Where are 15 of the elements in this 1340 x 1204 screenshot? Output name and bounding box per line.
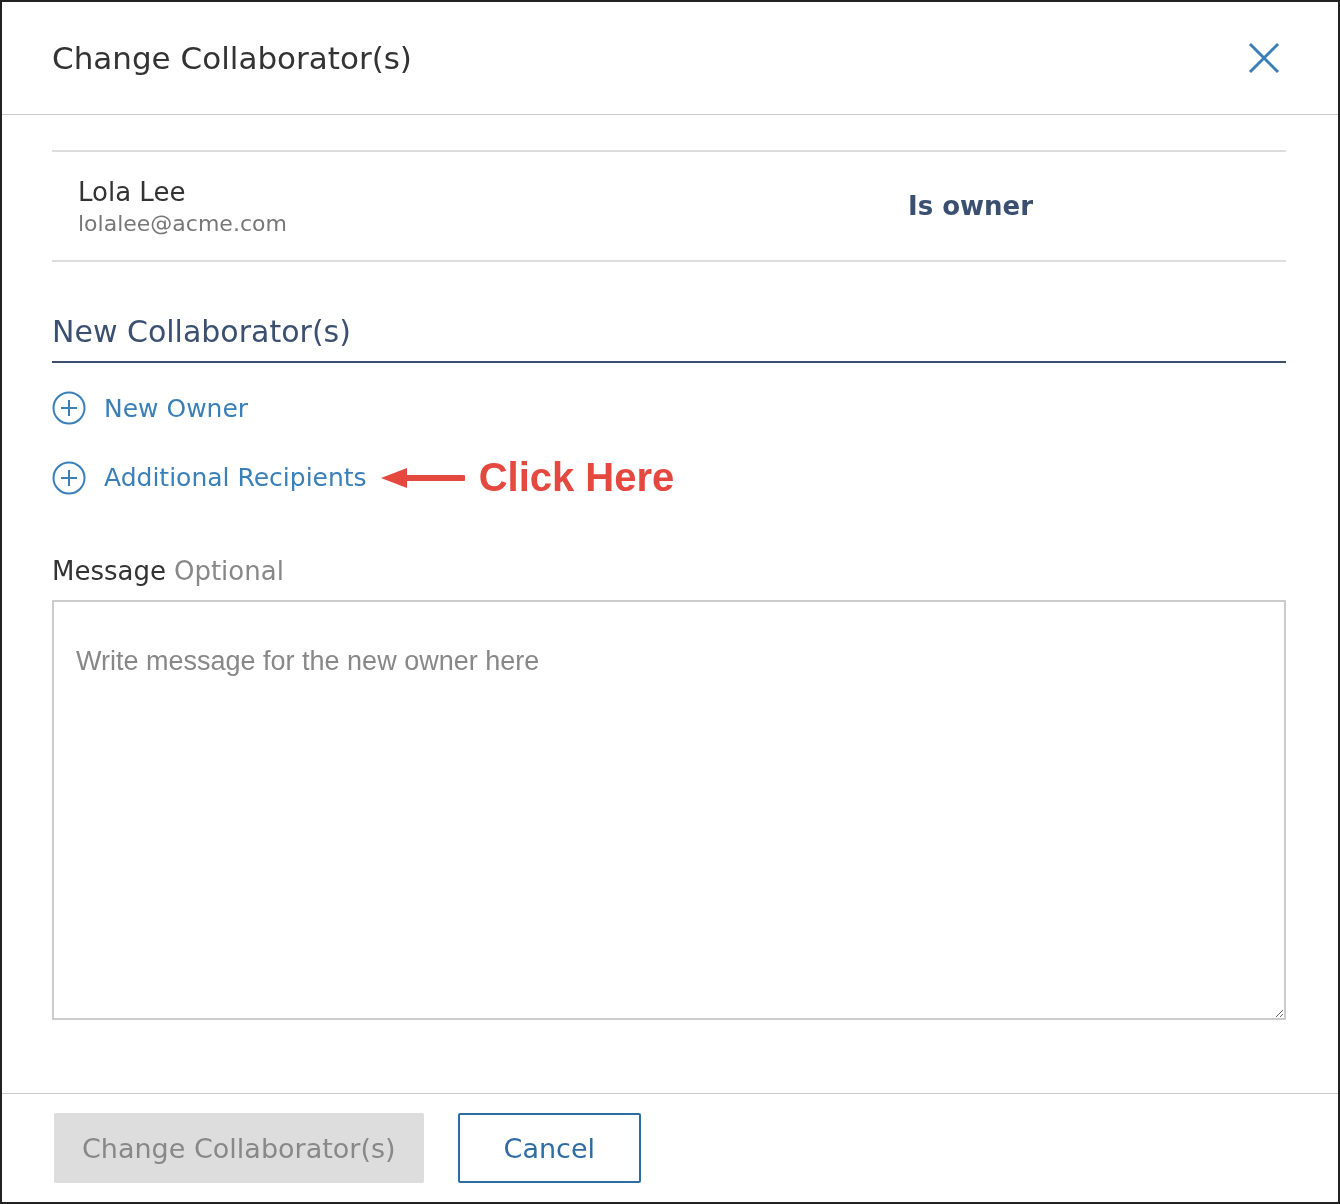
add-icon	[52, 460, 86, 495]
add-link[interactable]: Additional Recipients	[52, 460, 367, 495]
owner-role: Is owner	[908, 191, 1034, 221]
cancel-button[interactable]: Cancel	[457, 1113, 641, 1183]
optional-hint: Optional	[173, 556, 284, 586]
add-link[interactable]: New Owner	[52, 391, 249, 425]
message-label: Message	[52, 556, 166, 586]
annotation-label: Click Here	[478, 455, 675, 500]
close-button[interactable]	[1248, 42, 1280, 74]
owner-email: lolalee@acme.com	[78, 210, 288, 236]
dialog-title: Change Collaborator(s)	[52, 40, 412, 76]
owner-name: Lola Lee	[78, 176, 187, 207]
message-field[interactable]: Write message for the new owner here	[52, 600, 1286, 1020]
section-heading: New Collaborator(s)	[52, 314, 1286, 363]
add-icon	[52, 391, 86, 425]
